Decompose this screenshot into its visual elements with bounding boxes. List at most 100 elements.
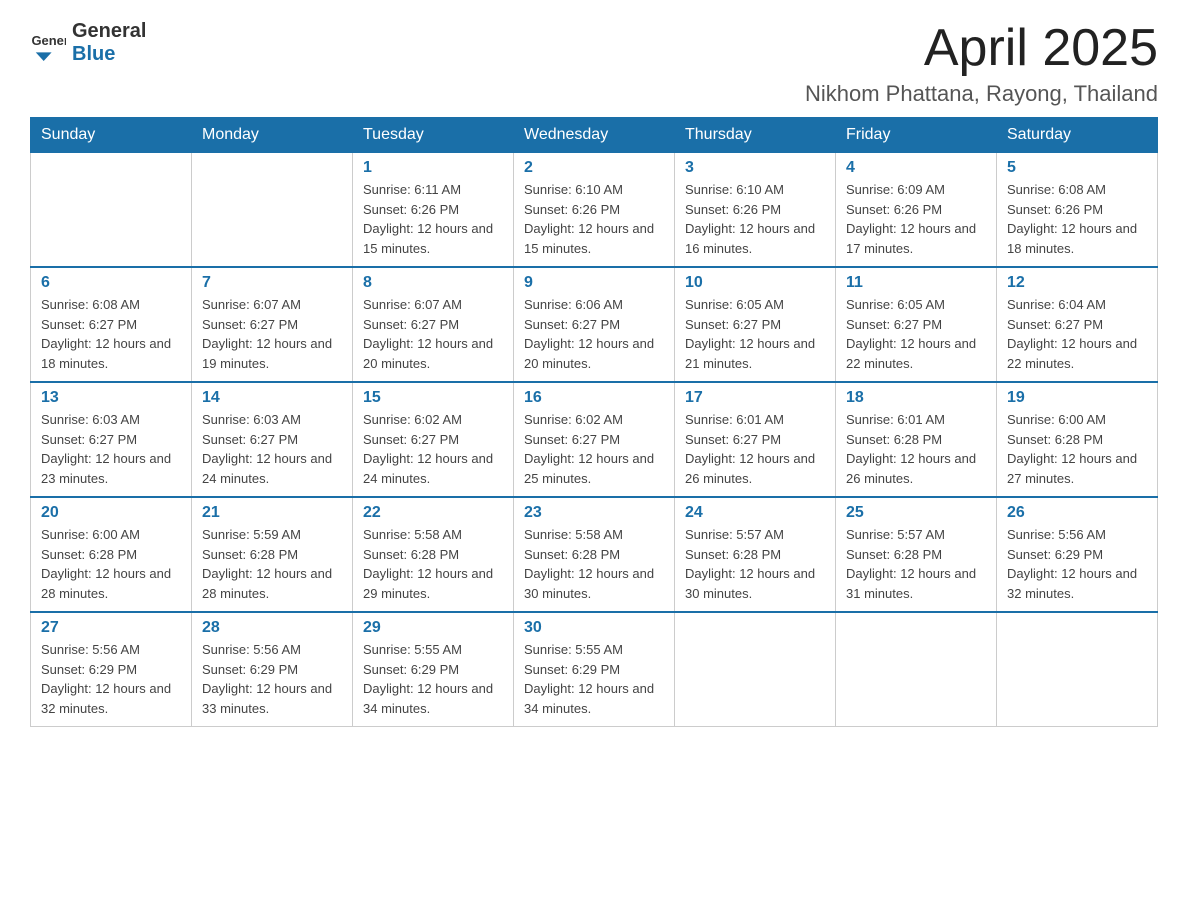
day-info: Sunrise: 6:02 AMSunset: 6:27 PMDaylight:… [363, 410, 503, 488]
calendar-cell: 6Sunrise: 6:08 AMSunset: 6:27 PMDaylight… [31, 267, 192, 382]
weekday-header-thursday: Thursday [675, 118, 836, 153]
calendar-week-row: 20 Sunrise: 6:00 AMSunset: 6:28 PMDayligh… [31, 497, 1158, 612]
day-number: 22 [363, 504, 503, 522]
day-number: 12 [1007, 274, 1147, 292]
day-info: Sunrise: 6:00 AMSunset: 6:28 PMDaylight:… [41, 525, 181, 603]
weekday-header-friday: Friday [836, 118, 997, 153]
page-header: General General Blue April 2025 Nikhom P… [30, 20, 1158, 107]
day-number: 5 [1007, 159, 1147, 177]
day-info: Sunrise: 6:00 AMSunset: 6:28 PMDaylight:… [1007, 410, 1147, 488]
weekday-header-monday: Monday [192, 118, 353, 153]
day-number: 11 [846, 274, 986, 292]
day-number: 29 [363, 619, 503, 637]
calendar-cell [192, 153, 353, 268]
day-number: 28 [202, 619, 342, 637]
calendar-cell [997, 612, 1158, 727]
weekday-header-saturday: Saturday [997, 118, 1158, 153]
day-number: 16 [524, 389, 664, 407]
calendar-cell: 27 Sunrise: 5:56 AMSunset: 6:29 PMDayligh… [31, 612, 192, 727]
day-info: Sunrise: 6:07 AMSunset: 6:27 PMDaylight:… [363, 295, 503, 373]
generalblue-logo-icon: General [30, 25, 66, 61]
day-number: 8 [363, 274, 503, 292]
day-info: Sunrise: 5:58 AMSunset: 6:28 PMDaylight:… [363, 525, 503, 603]
day-number: 21 [202, 504, 342, 522]
day-info: Sunrise: 6:05 AMSunset: 6:27 PMDaylight:… [846, 295, 986, 373]
day-info: Sunrise: 6:03 AMSunset: 6:27 PMDaylight:… [202, 410, 342, 488]
weekday-header-row: SundayMondayTuesdayWednesdayThursdayFrid… [31, 118, 1158, 153]
day-info: Sunrise: 6:01 AMSunset: 6:28 PMDaylight:… [846, 410, 986, 488]
calendar-cell: 8 Sunrise: 6:07 AMSunset: 6:27 PMDaylight… [353, 267, 514, 382]
calendar-cell: 4 Sunrise: 6:09 AMSunset: 6:26 PMDaylight… [836, 153, 997, 268]
calendar-cell: 13 Sunrise: 6:03 AMSunset: 6:27 PMDayligh… [31, 382, 192, 497]
calendar-cell [31, 153, 192, 268]
month-title: April 2025 [805, 20, 1158, 77]
day-info: Sunrise: 5:56 AMSunset: 6:29 PMDaylight:… [41, 640, 181, 718]
day-number: 7 [202, 274, 342, 292]
day-number: 13 [41, 389, 181, 407]
day-number: 26 [1007, 504, 1147, 522]
day-info: Sunrise: 5:58 AMSunset: 6:28 PMDaylight:… [524, 525, 664, 603]
day-info: Sunrise: 5:57 AMSunset: 6:28 PMDaylight:… [685, 525, 825, 603]
day-number: 9 [524, 274, 664, 292]
calendar-cell: 1 Sunrise: 6:11 AMSunset: 6:26 PMDaylight… [353, 153, 514, 268]
day-number: 4 [846, 159, 986, 177]
weekday-header-wednesday: Wednesday [514, 118, 675, 153]
calendar-cell: 26 Sunrise: 5:56 AMSunset: 6:29 PMDayligh… [997, 497, 1158, 612]
day-number: 3 [685, 159, 825, 177]
day-number: 20 [41, 504, 181, 522]
calendar-cell: 20 Sunrise: 6:00 AMSunset: 6:28 PMDayligh… [31, 497, 192, 612]
day-info: Sunrise: 6:06 AMSunset: 6:27 PMDaylight:… [524, 295, 664, 373]
logo-general-text: General [72, 20, 146, 43]
calendar-cell: 23Sunrise: 5:58 AMSunset: 6:28 PMDayligh… [514, 497, 675, 612]
calendar-cell: 11 Sunrise: 6:05 AMSunset: 6:27 PMDayligh… [836, 267, 997, 382]
calendar-cell: 17 Sunrise: 6:01 AMSunset: 6:27 PMDayligh… [675, 382, 836, 497]
calendar-cell: 14 Sunrise: 6:03 AMSunset: 6:27 PMDayligh… [192, 382, 353, 497]
location-subtitle: Nikhom Phattana, Rayong, Thailand [805, 81, 1158, 107]
day-info: Sunrise: 6:07 AMSunset: 6:27 PMDaylight:… [202, 295, 342, 373]
day-number: 30 [524, 619, 664, 637]
calendar-week-row: 1 Sunrise: 6:11 AMSunset: 6:26 PMDaylight… [31, 153, 1158, 268]
calendar-cell: 29Sunrise: 5:55 AMSunset: 6:29 PMDayligh… [353, 612, 514, 727]
day-number: 18 [846, 389, 986, 407]
day-info: Sunrise: 5:56 AMSunset: 6:29 PMDaylight:… [1007, 525, 1147, 603]
calendar-cell: 21 Sunrise: 5:59 AMSunset: 6:28 PMDayligh… [192, 497, 353, 612]
day-info: Sunrise: 6:11 AMSunset: 6:26 PMDaylight:… [363, 180, 503, 258]
calendar-cell: 10Sunrise: 6:05 AMSunset: 6:27 PMDayligh… [675, 267, 836, 382]
day-info: Sunrise: 5:59 AMSunset: 6:28 PMDaylight:… [202, 525, 342, 603]
day-info: Sunrise: 6:03 AMSunset: 6:27 PMDaylight:… [41, 410, 181, 488]
day-info: Sunrise: 6:02 AMSunset: 6:27 PMDaylight:… [524, 410, 664, 488]
weekday-header-sunday: Sunday [31, 118, 192, 153]
day-info: Sunrise: 6:01 AMSunset: 6:27 PMDaylight:… [685, 410, 825, 488]
calendar-cell: 25Sunrise: 5:57 AMSunset: 6:28 PMDayligh… [836, 497, 997, 612]
calendar-cell: 2Sunrise: 6:10 AMSunset: 6:26 PMDaylight… [514, 153, 675, 268]
calendar-cell: 7 Sunrise: 6:07 AMSunset: 6:27 PMDaylight… [192, 267, 353, 382]
calendar-cell: 30Sunrise: 5:55 AMSunset: 6:29 PMDayligh… [514, 612, 675, 727]
day-info: Sunrise: 5:56 AMSunset: 6:29 PMDaylight:… [202, 640, 342, 718]
calendar-cell: 9 Sunrise: 6:06 AMSunset: 6:27 PMDaylight… [514, 267, 675, 382]
calendar-cell: 12 Sunrise: 6:04 AMSunset: 6:27 PMDayligh… [997, 267, 1158, 382]
day-number: 1 [363, 159, 503, 177]
logo-blue-text: Blue [72, 43, 146, 66]
calendar-cell: 16 Sunrise: 6:02 AMSunset: 6:27 PMDayligh… [514, 382, 675, 497]
calendar-week-row: 13 Sunrise: 6:03 AMSunset: 6:27 PMDayligh… [31, 382, 1158, 497]
day-info: Sunrise: 6:04 AMSunset: 6:27 PMDaylight:… [1007, 295, 1147, 373]
calendar-table: SundayMondayTuesdayWednesdayThursdayFrid… [30, 117, 1158, 727]
day-info: Sunrise: 6:09 AMSunset: 6:26 PMDaylight:… [846, 180, 986, 258]
day-number: 14 [202, 389, 342, 407]
day-number: 17 [685, 389, 825, 407]
svg-text:General: General [31, 33, 66, 48]
calendar-cell: 5Sunrise: 6:08 AMSunset: 6:26 PMDaylight… [997, 153, 1158, 268]
day-info: Sunrise: 6:10 AMSunset: 6:26 PMDaylight:… [685, 180, 825, 258]
calendar-week-row: 27 Sunrise: 5:56 AMSunset: 6:29 PMDayligh… [31, 612, 1158, 727]
calendar-cell [675, 612, 836, 727]
day-number: 25 [846, 504, 986, 522]
day-number: 10 [685, 274, 825, 292]
day-number: 24 [685, 504, 825, 522]
day-number: 27 [41, 619, 181, 637]
logo: General General Blue [30, 20, 146, 66]
day-info: Sunrise: 6:08 AMSunset: 6:27 PMDaylight:… [41, 295, 181, 373]
calendar-cell: 3 Sunrise: 6:10 AMSunset: 6:26 PMDaylight… [675, 153, 836, 268]
day-number: 15 [363, 389, 503, 407]
calendar-cell: 22 Sunrise: 5:58 AMSunset: 6:28 PMDayligh… [353, 497, 514, 612]
calendar-cell [836, 612, 997, 727]
